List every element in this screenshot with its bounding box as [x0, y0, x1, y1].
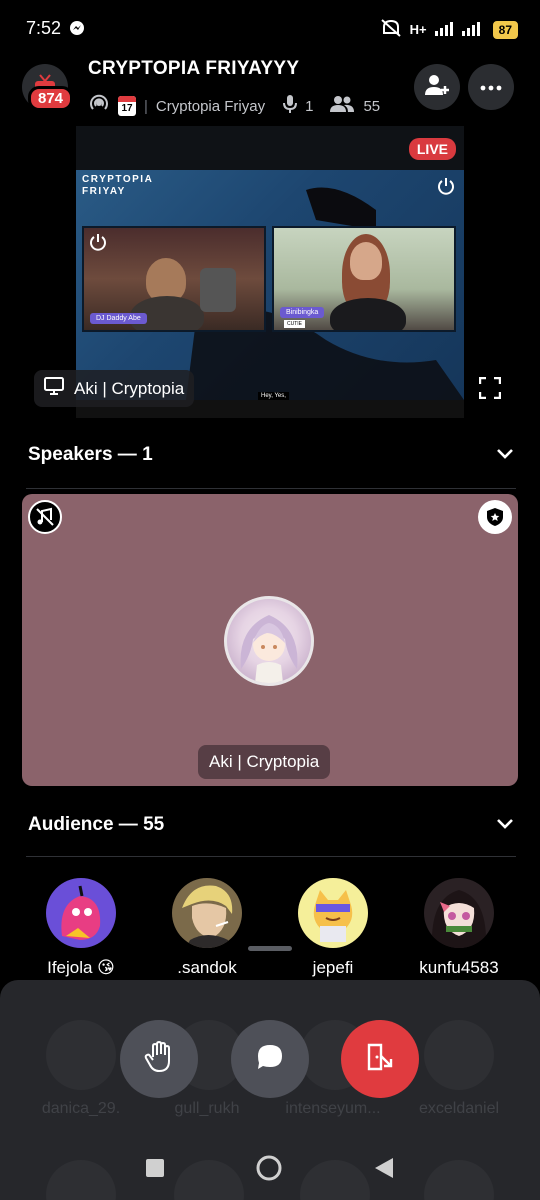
raise-hand-button[interactable]	[120, 1020, 198, 1098]
leave-icon	[365, 1042, 395, 1077]
monitor-icon	[44, 377, 64, 400]
status-time: 7:52	[26, 17, 62, 38]
audience-member-name: danica_29.	[41, 1100, 121, 1117]
calendar-icon: 17	[118, 96, 136, 116]
stream-brand: CRYPTOPIA FRIYAY	[82, 174, 153, 198]
camera-feed-left: DJ Daddy Abe	[82, 226, 266, 332]
avatar	[46, 1020, 116, 1090]
invite-button[interactable]	[414, 64, 460, 110]
more-options-button[interactable]	[468, 64, 514, 110]
hand-icon	[144, 1040, 174, 1078]
recents-button[interactable]	[145, 1158, 165, 1183]
audience-member-name: Ifejola 😘	[47, 958, 115, 977]
stream-top-strip	[76, 126, 464, 170]
users-icon	[329, 95, 355, 117]
avatar	[424, 1020, 494, 1090]
audience-member-name: gull_rukh	[174, 1100, 240, 1117]
audience-heading: Audience — 55	[28, 814, 165, 835]
audience-section-header[interactable]: Audience — 55	[28, 814, 514, 836]
stream-caption: Hey, Yes,	[258, 392, 289, 400]
microphone-icon	[283, 94, 298, 118]
avatar	[298, 878, 368, 948]
audience-member[interactable]: .sandok	[152, 878, 262, 978]
chat-button[interactable]	[231, 1020, 309, 1098]
power-logo-icon	[88, 232, 108, 257]
power-logo-icon	[436, 176, 456, 201]
audience-member-name: intenseyum...	[285, 1100, 381, 1117]
back-button[interactable]	[373, 1156, 395, 1185]
cam-left-tag: DJ Daddy Abe	[90, 313, 147, 324]
divider	[26, 488, 516, 489]
messenger-icon	[69, 20, 85, 36]
streamer-name: Aki | Cryptopia	[74, 378, 185, 398]
calendar-day: 17	[121, 103, 133, 114]
chevron-down-icon[interactable]	[496, 444, 514, 466]
audience-member[interactable]: kunfu4583	[404, 878, 514, 978]
status-bar: 7:52 H+ 87	[0, 0, 540, 56]
speaker-count: 1	[305, 97, 314, 115]
audience-member-name: exceldaniel	[418, 1100, 500, 1117]
network-type: H+	[409, 22, 427, 37]
brand-line-2: FRIYAY	[82, 186, 126, 197]
moderator-shield-icon	[478, 500, 512, 534]
cam-right-subtag: CUTIE	[284, 320, 305, 328]
add-user-icon	[424, 74, 450, 101]
audience-list: Ifejola 😘 .sandok jepefi kunfu4583	[0, 878, 540, 988]
audience-member-name: kunfu4583	[419, 958, 499, 977]
system-nav-bar	[0, 1140, 540, 1200]
stage-icon	[88, 94, 110, 118]
leave-stage-button[interactable]	[341, 1020, 419, 1098]
chevron-down-icon[interactable]	[496, 814, 514, 836]
signal-icon	[434, 20, 485, 39]
battery-indicator: 87	[492, 20, 518, 39]
listener-count: 55	[363, 97, 381, 115]
camera-feed-right: Binibingka CUTIE	[272, 226, 456, 332]
divider	[26, 856, 516, 857]
stage-header: 874 CRYPTOPIA FRIYAYYY 17 | Cryptopia Fr…	[0, 56, 540, 126]
audience-member-name: .sandok	[177, 958, 237, 977]
audience-member[interactable]: jepefi	[278, 878, 388, 978]
speaker-avatar	[224, 596, 314, 686]
audience-member-name: jepefi	[312, 958, 354, 977]
avatar	[46, 878, 116, 948]
avatar	[424, 878, 494, 948]
speaker-card[interactable]: Aki | Cryptopia	[22, 494, 518, 786]
fullscreen-icon	[478, 376, 502, 404]
status-icons: H+ 87	[380, 18, 518, 41]
muted-music-icon	[28, 500, 62, 534]
home-button[interactable]	[255, 1154, 283, 1187]
speaker-name: Aki | Cryptopia	[198, 745, 331, 779]
stage-title: CRYPTOPIA FRIYAYYY	[88, 58, 300, 79]
speakers-heading: Speakers — 1	[28, 444, 153, 465]
sheet-drag-handle[interactable]	[248, 946, 292, 951]
speakers-section-header[interactable]: Speakers — 1	[28, 444, 514, 466]
more-icon	[480, 78, 502, 96]
avatar	[172, 878, 242, 948]
streamer-label: Aki | Cryptopia	[34, 370, 195, 407]
chat-bubble-icon	[255, 1042, 285, 1077]
stage-subtitle: 17 | Cryptopia Friyay 1 55	[88, 94, 380, 118]
cam-right-tag: Binibingka	[280, 307, 325, 318]
notification-badge: 874	[28, 86, 74, 111]
brand-line-1: CRYPTOPIA	[82, 174, 154, 185]
audience-member[interactable]: Ifejola 😘	[26, 878, 136, 978]
live-badge: LIVE	[408, 138, 456, 160]
mute-icon	[380, 18, 402, 41]
fullscreen-button[interactable]	[474, 374, 506, 406]
event-name: Cryptopia Friyay	[155, 97, 266, 115]
